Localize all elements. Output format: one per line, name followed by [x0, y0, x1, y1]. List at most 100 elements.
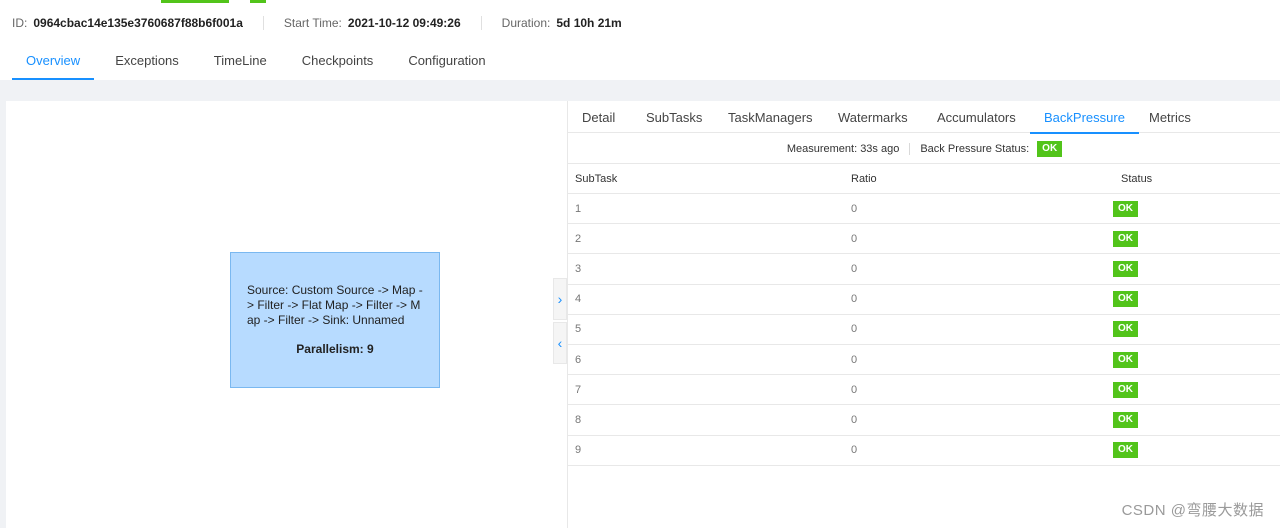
status-wrapper: OK: [1113, 200, 1280, 217]
column-header-subtask[interactable]: SubTask: [568, 163, 845, 194]
table-row: 1 0 OK: [568, 193, 1280, 225]
tab-timeline[interactable]: TimeLine: [200, 46, 281, 80]
status-badge: OK: [1113, 351, 1138, 368]
status-cell: OK: [1113, 404, 1280, 436]
start-time: Start Time: 2021-10-12 09:49:26: [284, 16, 461, 30]
tab-accumulators[interactable]: Accumulators: [923, 101, 1030, 133]
expand-panel-icon[interactable]: ›: [553, 278, 567, 320]
collapse-panel-icon[interactable]: ‹: [553, 322, 567, 364]
status-wrapper: OK: [1113, 260, 1280, 277]
tab-checkpoints[interactable]: Checkpoints: [288, 46, 388, 80]
table-row: 6 0 OK: [568, 344, 1280, 376]
status-header-text-wrapper: Status: [1121, 173, 1280, 185]
divider: [909, 143, 911, 155]
divider: [480, 16, 482, 30]
table-row: 2 0 OK: [568, 223, 1280, 255]
status-badge: OK: [1113, 411, 1138, 428]
measurement-text: Measurement: 33s ago: [786, 143, 900, 155]
backpressure-status-badge: OK: [1037, 141, 1063, 157]
status-wrapper: OK: [1113, 230, 1280, 247]
subtask-cell: 5: [568, 314, 845, 345]
subtask-cell: 9: [568, 435, 845, 466]
subtask-cell: 1: [568, 193, 845, 225]
ratio-cell: 0: [845, 193, 1125, 225]
table-row: 8 0 OK: [568, 404, 1280, 436]
strip-segment: [161, 0, 229, 3]
ratio-cell: 0: [845, 253, 1125, 285]
tab-configuration[interactable]: Configuration: [394, 46, 499, 80]
backpressure-status-label: Back Pressure Status:: [920, 143, 1030, 155]
measurement-bar: Measurement: 33s ago Back Pressure Statu…: [568, 137, 1280, 161]
status-cell: OK: [1113, 193, 1280, 225]
status-badge: OK: [1113, 200, 1138, 217]
status-wrapper: OK: [1113, 442, 1280, 459]
ratio-cell: 0: [845, 223, 1125, 255]
start-time-value: 2021-10-12 09:49:26: [347, 16, 461, 30]
backpressure-table: SubTask Ratio Status 1 0 OK 2 0 OK 3 0 OK 4 0 OK 5 0 O…: [568, 163, 1280, 466]
strip-segment: [250, 0, 266, 3]
main-tabs: Overview Exceptions TimeLine Checkpoints…: [12, 46, 507, 80]
status-cell: OK: [1113, 314, 1280, 345]
tab-metrics[interactable]: Metrics: [1135, 101, 1205, 133]
job-graph-node[interactable]: Source: Custom Source -> Map -> Filter -…: [230, 252, 440, 388]
status-cell: OK: [1113, 223, 1280, 255]
status-wrapper: OK: [1113, 291, 1280, 308]
job-id-label: ID:: [12, 16, 28, 30]
table-row: 7 0 OK: [568, 374, 1280, 406]
job-id-value: 0964cbac14e135e3760687f88b6f001a: [33, 16, 243, 30]
tab-subtasks[interactable]: SubTasks: [632, 101, 716, 133]
tab-overview[interactable]: Overview: [12, 46, 95, 80]
duration: Duration: 5d 10h 21m: [502, 16, 622, 30]
status-badge: OK: [1113, 442, 1138, 459]
divider: [262, 16, 264, 30]
ratio-cell: 0: [845, 284, 1125, 315]
status-header-text: Status: [1121, 172, 1153, 185]
status-wrapper: OK: [1113, 381, 1280, 398]
table-row: 3 0 OK: [568, 253, 1280, 285]
node-detail-panel: Detail SubTasks TaskManagers Watermarks …: [567, 101, 1280, 528]
column-header-ratio[interactable]: Ratio: [845, 163, 1125, 194]
subtask-cell: 3: [568, 253, 845, 285]
subtask-cell: 6: [568, 344, 845, 376]
ratio-cell: 0: [845, 314, 1125, 345]
status-badge: OK: [1113, 381, 1138, 398]
status-badge: OK: [1113, 230, 1138, 247]
status-cell: OK: [1113, 284, 1280, 315]
start-time-label: Start Time:: [283, 16, 342, 30]
subtask-cell: 2: [568, 223, 845, 255]
job-id: ID: 0964cbac14e135e3760687f88b6f001a: [12, 16, 243, 30]
ratio-cell: 0: [845, 344, 1125, 376]
tab-exceptions[interactable]: Exceptions: [101, 46, 193, 80]
tab-watermarks[interactable]: Watermarks: [824, 101, 922, 133]
table-header-row: SubTask Ratio Status: [568, 163, 1280, 194]
top-progress-strip: [0, 0, 1280, 3]
ratio-cell: 0: [845, 374, 1125, 406]
status-badge: OK: [1113, 260, 1138, 277]
duration-value: 5d 10h 21m: [556, 16, 622, 30]
status-cell: OK: [1113, 344, 1280, 376]
subtask-cell: 7: [568, 374, 845, 406]
tab-taskmanagers[interactable]: TaskManagers: [714, 101, 827, 133]
table-row: 5 0 OK: [568, 314, 1280, 345]
watermark-text: CSDN @弯腰大数据: [1121, 502, 1264, 519]
column-header-status[interactable]: Status: [1121, 163, 1280, 194]
job-info-bar: ID: 0964cbac14e135e3760687f88b6f001a Sta…: [12, 14, 622, 32]
ratio-cell: 0: [845, 404, 1125, 436]
status-wrapper: OK: [1113, 321, 1280, 338]
ratio-cell: 0: [845, 435, 1125, 466]
duration-label: Duration:: [501, 16, 551, 30]
detail-tabs: Detail SubTasks TaskManagers Watermarks …: [568, 101, 1280, 134]
table-row: 9 0 OK: [568, 435, 1280, 466]
node-description: Source: Custom Source -> Map -> Filter -…: [247, 283, 423, 327]
tab-detail[interactable]: Detail: [568, 101, 629, 133]
status-wrapper: OK: [1113, 351, 1280, 368]
status-wrapper: OK: [1113, 411, 1280, 428]
status-cell: OK: [1113, 435, 1280, 466]
subtask-cell: 4: [568, 284, 845, 315]
tab-backpressure[interactable]: BackPressure: [1030, 101, 1139, 134]
subtask-cell: 8: [568, 404, 845, 436]
node-parallelism: Parallelism: 9: [296, 342, 374, 356]
status-badge: OK: [1113, 321, 1138, 338]
status-cell: OK: [1113, 374, 1280, 406]
table-row: 4 0 OK: [568, 284, 1280, 315]
